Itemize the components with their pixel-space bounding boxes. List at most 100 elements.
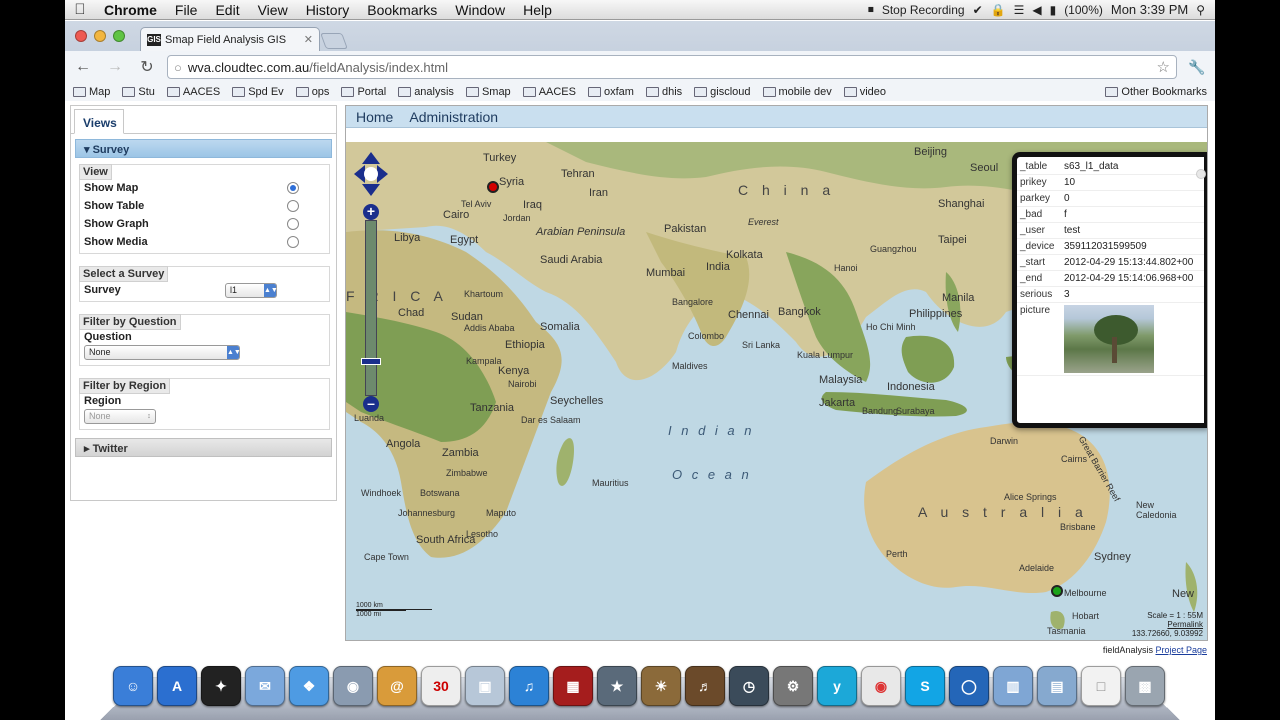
reload-icon[interactable]: ↻ xyxy=(135,57,159,77)
garageband-icon[interactable]: ♬ xyxy=(685,666,725,706)
radio-show-graph[interactable] xyxy=(287,218,299,230)
nav-home[interactable]: Home xyxy=(356,109,393,125)
spotlight-icon[interactable]: ⚲ xyxy=(1196,3,1205,17)
option-show-media[interactable]: Show Media xyxy=(84,233,323,251)
bookmark-smap[interactable]: Smap xyxy=(465,86,511,98)
volume-icon[interactable]: ◀ xyxy=(1032,3,1041,17)
apple-icon[interactable]:  xyxy=(65,1,95,18)
radio-show-table[interactable] xyxy=(287,200,299,212)
menu-view[interactable]: View xyxy=(249,2,297,18)
bookmark-stu[interactable]: Stu xyxy=(122,86,155,98)
option-show-graph[interactable]: Show Graph xyxy=(84,215,323,233)
zoom-out-button[interactable]: – xyxy=(363,396,379,412)
twitter-accordion-header[interactable]: ▸ Twitter xyxy=(75,438,332,457)
survey-accordion-header[interactable]: ▾ Survey xyxy=(75,139,332,158)
new-tab-button[interactable] xyxy=(320,33,348,49)
menu-help[interactable]: Help xyxy=(514,2,561,18)
menu-window[interactable]: Window xyxy=(446,2,514,18)
option-show-map[interactable]: Show Map xyxy=(84,179,323,197)
app-store-icon[interactable]: A xyxy=(157,666,197,706)
bookmark-aaces[interactable]: AACES xyxy=(166,86,220,98)
bookmark-spdev[interactable]: Spd Ev xyxy=(232,86,284,98)
photos-icon[interactable]: ▣ xyxy=(465,666,505,706)
close-window-icon[interactable] xyxy=(75,30,87,42)
menu-edit[interactable]: Edit xyxy=(206,2,248,18)
survey-select[interactable]: l1 ▲▼ xyxy=(225,282,278,298)
bookmark-star-icon[interactable]: ☆ xyxy=(1157,58,1170,76)
zoom-slider-handle[interactable] xyxy=(361,358,381,365)
network-icon[interactable]: ◯ xyxy=(949,666,989,706)
bookmark-analysis[interactable]: analysis xyxy=(398,86,454,98)
clock[interactable]: Mon 3:39 PM xyxy=(1111,2,1188,17)
wrench-icon[interactable]: 🔧 xyxy=(1185,59,1209,76)
stop-recording[interactable]: Stop Recording xyxy=(882,3,965,17)
iphoto-icon[interactable]: ☀ xyxy=(641,666,681,706)
bookmark-giscloud[interactable]: giscloud xyxy=(694,86,751,98)
menu-history[interactable]: History xyxy=(297,2,359,18)
documents-folder-icon[interactable]: ▤ xyxy=(1037,666,1077,706)
bookmark-video[interactable]: video xyxy=(843,86,886,98)
other-bookmarks[interactable]: Other Bookmarks xyxy=(1105,86,1207,98)
forward-icon[interactable]: → xyxy=(103,58,127,76)
wifi-icon[interactable]: ☰ xyxy=(1014,3,1025,17)
browser-tab[interactable]: GIS Smap Field Analysis GIS ✕ xyxy=(140,27,320,51)
facetime-icon[interactable]: ◉ xyxy=(333,666,373,706)
survey-row: Survey l1 ▲▼ xyxy=(84,281,323,299)
lock-icon[interactable]: 🔒 xyxy=(991,3,1006,17)
nav-administration[interactable]: Administration xyxy=(409,109,498,125)
survey-point-marker[interactable] xyxy=(1051,585,1063,597)
radio-show-map[interactable] xyxy=(287,182,299,194)
menu-app[interactable]: Chrome xyxy=(95,2,166,18)
chrome-icon[interactable]: ◉ xyxy=(861,666,901,706)
filter-question-fieldset: Filter by Question Question None ▲▼ xyxy=(79,314,330,366)
map[interactable]: Turkey Syria Tehran Iran C h i n a Beiji… xyxy=(346,142,1207,640)
back-icon[interactable]: ← xyxy=(71,58,95,76)
project-page-link[interactable]: Project Page xyxy=(1155,645,1207,655)
bookmark-aaces-2[interactable]: AACES xyxy=(522,86,576,98)
popup-close-icon[interactable] xyxy=(1196,169,1206,179)
zoom-in-button[interactable]: + xyxy=(363,204,379,220)
imovie-icon[interactable]: ★ xyxy=(597,666,637,706)
radio-show-media[interactable] xyxy=(287,236,299,248)
applications-folder-icon[interactable]: ▥ xyxy=(993,666,1033,706)
bookmark-ops[interactable]: ops xyxy=(295,86,329,98)
itunes-icon[interactable]: ♫ xyxy=(509,666,549,706)
permalink-link[interactable]: Permalink xyxy=(1132,620,1203,629)
photo-booth-icon[interactable]: ▦ xyxy=(553,666,593,706)
mail-icon[interactable]: ✉ xyxy=(245,666,285,706)
check-icon[interactable]: ✔ xyxy=(973,3,983,17)
time-machine-icon[interactable]: ◷ xyxy=(729,666,769,706)
safari-icon[interactable]: ❖ xyxy=(289,666,329,706)
address-bar[interactable]: ○ wva.cloudtec.com.au/fieldAnalysis/inde… xyxy=(167,55,1177,79)
close-tab-icon[interactable]: ✕ xyxy=(304,33,313,46)
bookmark-portal[interactable]: Portal xyxy=(341,86,386,98)
survey-point-marker[interactable] xyxy=(487,181,499,193)
finder-icon[interactable]: ☺ xyxy=(113,666,153,706)
trash-icon[interactable]: ▩ xyxy=(1125,666,1165,706)
menu-file[interactable]: File xyxy=(166,2,207,18)
region-select[interactable]: None ↕ xyxy=(84,409,156,424)
address-book-icon[interactable]: @ xyxy=(377,666,417,706)
battery-icon[interactable]: ▮ xyxy=(1050,3,1057,17)
launchpad-icon[interactable]: ✦ xyxy=(201,666,241,706)
tab-views[interactable]: Views xyxy=(74,109,124,134)
survey-photo[interactable] xyxy=(1064,305,1154,373)
bookmark-oxfam[interactable]: oxfam xyxy=(587,86,634,98)
system-preferences-icon[interactable]: ⚙ xyxy=(773,666,813,706)
question-select[interactable]: None ▲▼ xyxy=(84,345,241,360)
bookmark-mobile-dev[interactable]: mobile dev xyxy=(762,86,832,98)
minimize-window-icon[interactable] xyxy=(94,30,106,42)
record-icon[interactable]: ⏹ xyxy=(868,2,874,17)
option-show-table[interactable]: Show Table xyxy=(84,197,323,215)
pan-arrows-icon[interactable] xyxy=(354,152,388,196)
label-turkey: Turkey xyxy=(483,152,517,164)
calendar-icon[interactable]: 30 xyxy=(421,666,461,706)
zoom-bar[interactable] xyxy=(365,220,377,396)
menu-bookmarks[interactable]: Bookmarks xyxy=(358,2,446,18)
skype-icon[interactable]: S xyxy=(905,666,945,706)
bookmark-map[interactable]: Map xyxy=(73,86,110,98)
zoom-window-icon[interactable] xyxy=(113,30,125,42)
yammer-icon[interactable]: y xyxy=(817,666,857,706)
bookmark-dhis[interactable]: dhis xyxy=(645,86,682,98)
document-icon[interactable]: □ xyxy=(1081,666,1121,706)
